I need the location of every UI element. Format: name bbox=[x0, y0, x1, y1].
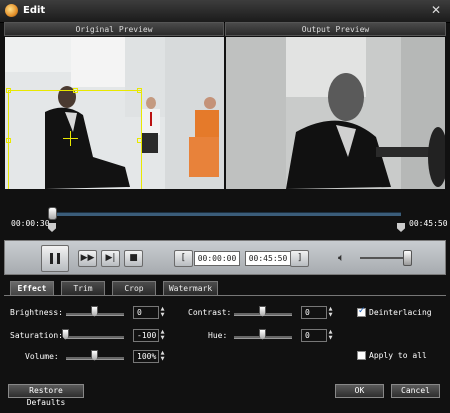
volume-thumb[interactable] bbox=[403, 250, 412, 266]
timeline-end-time: 00:45:50 bbox=[409, 219, 448, 228]
fast-forward-icon: ▶▶ bbox=[80, 253, 95, 263]
range-end-field[interactable]: 00:45:50 bbox=[245, 251, 291, 266]
restore-defaults-button[interactable]: Restore Defaults bbox=[8, 384, 84, 407]
playback-controls: ▶▶ ▶| ■ [ 00:00:00 00:45:50 ] 🔈︎ bbox=[4, 240, 446, 275]
preview-headers: Original Preview Output Preview bbox=[4, 22, 446, 36]
stop-button[interactable]: ■ bbox=[124, 250, 143, 267]
contrast-spinner[interactable]: ▲ ▼ bbox=[327, 306, 334, 319]
brightness-spinner[interactable]: ▲ ▼ bbox=[159, 306, 166, 319]
deinterlacing-label: Deinterlacing bbox=[369, 308, 432, 317]
apply-to-all-checkbox[interactable] bbox=[357, 351, 366, 360]
deinterlacing-checkbox[interactable] bbox=[357, 306, 366, 317]
window-title: Edit bbox=[23, 5, 46, 16]
volume-spinner[interactable]: ▲ ▼ bbox=[159, 350, 166, 363]
saturation-spinner[interactable]: ▲ ▼ bbox=[159, 329, 166, 342]
cancel-button[interactable]: Cancel bbox=[391, 384, 440, 398]
fast-forward-button[interactable]: ▶▶ bbox=[78, 250, 97, 267]
original-preview[interactable] bbox=[5, 37, 224, 189]
original-preview-label: Original Preview bbox=[4, 22, 224, 36]
contrast-input[interactable]: 0 bbox=[301, 306, 327, 319]
tab-crop[interactable]: Crop bbox=[112, 281, 156, 296]
stop-icon: ■ bbox=[129, 253, 138, 263]
close-icon[interactable]: ✕ bbox=[428, 3, 444, 18]
output-preview-label: Output Preview bbox=[225, 22, 446, 36]
crop-handle[interactable] bbox=[137, 88, 142, 93]
output-preview-image bbox=[226, 37, 445, 189]
timeline: 00:00:30 00:45:50 bbox=[4, 198, 448, 238]
hue-label: Hue: bbox=[208, 331, 228, 340]
crop-center-crosshair-icon[interactable] bbox=[63, 131, 78, 146]
timeline-start-time: 00:00:30 bbox=[11, 219, 50, 228]
set-end-button[interactable]: ] bbox=[290, 250, 309, 267]
next-frame-icon: ▶| bbox=[105, 253, 116, 263]
hue-spinner[interactable]: ▲ ▼ bbox=[327, 329, 334, 342]
tab-effect[interactable]: Effect bbox=[10, 281, 54, 296]
bracket-right-icon: ] bbox=[297, 253, 302, 263]
saturation-input[interactable]: -100 bbox=[133, 329, 159, 342]
start-marker[interactable] bbox=[48, 223, 56, 232]
speaker-icon: 🔈︎ bbox=[338, 251, 345, 264]
saturation-label: Saturation: bbox=[10, 331, 63, 340]
apply-to-all-label: Apply to all bbox=[369, 351, 427, 360]
brightness-input[interactable]: 0 bbox=[133, 306, 159, 319]
crop-handle[interactable] bbox=[6, 88, 11, 93]
volume-input[interactable]: 100% bbox=[133, 350, 159, 363]
crop-handle[interactable] bbox=[73, 88, 78, 93]
bracket-left-icon: [ bbox=[181, 253, 186, 263]
crop-handle[interactable] bbox=[137, 138, 142, 143]
brightness-label: Brightness: bbox=[10, 308, 63, 317]
crop-handle[interactable] bbox=[6, 138, 11, 143]
set-start-button[interactable]: [ bbox=[174, 250, 193, 267]
range-start-field[interactable]: 00:00:00 bbox=[194, 251, 240, 266]
tab-trim[interactable]: Trim bbox=[61, 281, 105, 296]
saturation-slider[interactable] bbox=[66, 336, 124, 339]
next-frame-button[interactable]: ▶| bbox=[101, 250, 120, 267]
tab-watermark[interactable]: Watermark bbox=[163, 281, 218, 296]
volume-slider[interactable] bbox=[360, 257, 408, 259]
volume-label: Volume: bbox=[25, 352, 59, 361]
hue-input[interactable]: 0 bbox=[301, 329, 327, 342]
effect-tabs: Effect Trim Crop Watermark bbox=[10, 281, 440, 296]
pause-button[interactable] bbox=[41, 245, 69, 272]
ok-button[interactable]: OK bbox=[335, 384, 384, 398]
timeline-track[interactable] bbox=[52, 212, 401, 216]
edit-window: Edit ✕ Original Preview Output Preview 0… bbox=[0, 0, 450, 413]
pause-icon bbox=[50, 253, 60, 264]
output-preview bbox=[226, 37, 445, 189]
tab-divider bbox=[4, 295, 446, 296]
app-logo-icon bbox=[5, 4, 18, 17]
end-marker[interactable] bbox=[397, 223, 405, 232]
timeline-playhead[interactable] bbox=[48, 207, 57, 220]
contrast-label: Contrast: bbox=[188, 308, 232, 317]
title-bar: Edit ✕ bbox=[0, 0, 450, 23]
